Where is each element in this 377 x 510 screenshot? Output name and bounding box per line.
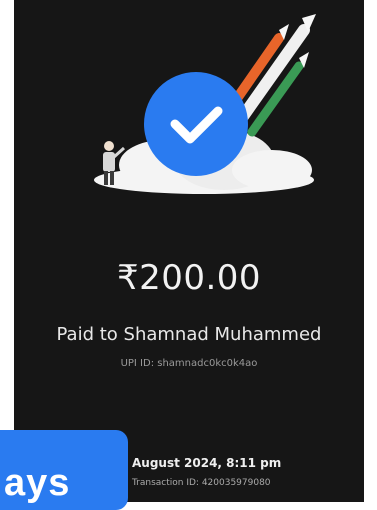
success-illustration xyxy=(94,14,316,194)
overlay-badge-text: ays xyxy=(4,462,71,504)
transaction-id: Transaction ID: 420035979080 xyxy=(132,478,271,488)
upi-id: UPI ID: shamnadc0kc0k4ao xyxy=(120,358,258,369)
payment-amount: ₹200.00 xyxy=(116,258,262,298)
check-circle-icon xyxy=(144,72,248,176)
payee-name: Paid to Shamnad Muhammed xyxy=(56,324,322,345)
payment-success-screen: ₹200.00 Paid to Shamnad Muhammed UPI ID:… xyxy=(14,0,364,502)
payment-date-time: August 2024, 8:11 pm xyxy=(132,456,282,470)
